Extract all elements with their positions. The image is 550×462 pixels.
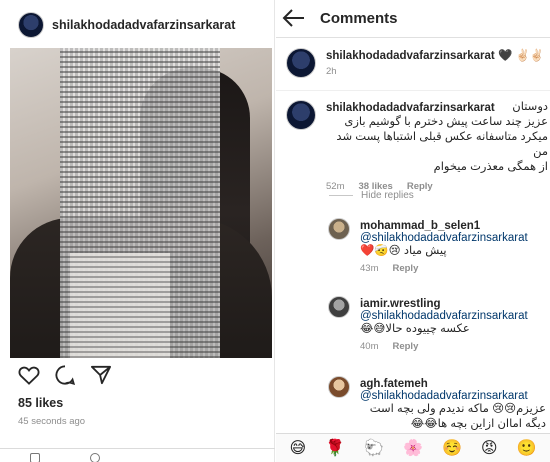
comment-line-2: میکرد متاسفانه عکس قبلی اشتباها پست شد م… (336, 131, 548, 158)
emoji-button[interactable]: 🙂 (517, 438, 537, 458)
caption-emojis: 🖤 ✌🏻✌🏻 (497, 50, 545, 62)
reply-button[interactable]: Reply (392, 341, 418, 352)
post-photo[interactable] (10, 48, 272, 358)
avatar[interactable] (328, 218, 350, 240)
reply-row: agh.fatemeh @shilakhodadadvafarzinsarkar… (276, 376, 550, 432)
comment-head: shilakhodadadvafarzinsarkarat دوستان (326, 100, 548, 115)
emoji-button[interactable]: 😅 (290, 438, 307, 458)
comments-panel: Comments shilakhodadadvafarzinsarkarat 🖤… (276, 0, 550, 462)
share-icon[interactable] (90, 365, 112, 385)
page-title: Comments (320, 10, 398, 27)
reply-text: عکسه چییوده حالا😅😂 (360, 323, 470, 335)
reply-username[interactable]: mohammad_b_selen1 (360, 220, 546, 232)
bottom-nav (0, 448, 275, 462)
emoji-quick-bar: 😅 🌹 🐑 🌸 ☺️ 😡 🙂 (276, 433, 550, 462)
post-header: shilakhodadadvafarzinsarkarat (18, 11, 235, 39)
reply-meta: 43m Reply (360, 263, 546, 274)
reply-text-line-2: دیگه اماان ازاین بچه ها😂😂 (410, 418, 546, 430)
comment-icon[interactable] (54, 364, 76, 386)
post-panel: shilakhodadadvafarzinsarkarat 85 likes 4… (0, 0, 275, 462)
reply-body: mohammad_b_selen1 @shilakhodadadvafarzin… (360, 220, 546, 274)
emoji-button[interactable]: 🐑 (364, 438, 384, 458)
photo-lower-overlay (70, 253, 170, 358)
reply-mention[interactable]: @shilakhodadadvafarzinsarkarat (360, 232, 546, 244)
caption-time: 2h (326, 66, 337, 77)
comment-row: shilakhodadadvafarzinsarkarat دوستان عزی… (276, 100, 550, 192)
reply-meta: 40m Reply (360, 341, 546, 352)
likes-count[interactable]: 85 likes (18, 396, 63, 410)
comment-username[interactable]: shilakhodadadvafarzinsarkarat (326, 102, 495, 114)
reply-text-line-1: عزیزم😢😢 ماکه ندیدم ولی بچه است (369, 403, 546, 415)
comment-line-1: عزیز چند ساعت پیش دخترم با گوشیم بازی (344, 116, 548, 128)
reply-row: mohammad_b_selen1 @shilakhodadadvafarzin… (276, 218, 550, 282)
caption-meta: 2h (326, 66, 548, 77)
avatar[interactable] (286, 48, 316, 78)
post-actions (18, 364, 112, 386)
reply-button[interactable]: Reply (392, 263, 418, 274)
reply-mention[interactable]: @shilakhodadadvafarzinsarkarat (360, 310, 546, 322)
reply-time: 40m (360, 341, 379, 352)
emoji-button[interactable]: 🌸 (403, 438, 423, 458)
post-timestamp: 45 seconds ago (18, 416, 86, 427)
comment-lead-word: دوستان (512, 101, 548, 113)
reply-username[interactable]: agh.fatemeh (360, 378, 546, 390)
post-username[interactable]: shilakhodadadvafarzinsarkarat (52, 18, 235, 32)
emoji-button[interactable]: ☺️ (442, 438, 462, 458)
reply-mention[interactable]: @shilakhodadadvafarzinsarkarat (360, 390, 546, 402)
emoji-button[interactable]: 🌹 (325, 438, 345, 458)
reply-text: پیش میاد 😢🤕❤️ (360, 245, 447, 257)
hide-replies-toggle[interactable]: Hide replies (329, 190, 414, 201)
reply-time: 43m (360, 263, 379, 274)
hide-replies-line (329, 195, 353, 196)
reply-username[interactable]: iamir.wrestling (360, 298, 546, 310)
caption-username-text[interactable]: shilakhodadadvafarzinsarkarat (326, 50, 495, 62)
hide-replies-label[interactable]: Hide replies (361, 190, 414, 201)
home-icon[interactable] (30, 453, 40, 462)
caption-row: shilakhodadadvafarzinsarkarat 🖤 ✌🏻✌🏻 2h (276, 48, 550, 88)
avatar[interactable] (18, 12, 44, 38)
avatar[interactable] (328, 376, 350, 398)
avatar[interactable] (286, 100, 316, 130)
reply-body: agh.fatemeh @shilakhodadadvafarzinsarkar… (360, 378, 546, 432)
comment-line-3: از همگی معذرت میخوام (433, 161, 548, 173)
comments-header: Comments (276, 0, 550, 38)
caption-username[interactable]: shilakhodadadvafarzinsarkarat 🖤 ✌🏻✌🏻 (326, 48, 548, 62)
reply-row: iamir.wrestling @shilakhodadadvafarzinsa… (276, 296, 550, 360)
avatar[interactable] (328, 296, 350, 318)
emoji-button[interactable]: 😡 (481, 438, 498, 458)
caption-body: shilakhodadadvafarzinsarkarat 🖤 ✌🏻✌🏻 2h (326, 48, 548, 77)
back-arrow-icon[interactable] (282, 8, 306, 28)
comment-body: shilakhodadadvafarzinsarkarat دوستان عزی… (326, 100, 548, 192)
reply-body: iamir.wrestling @shilakhodadadvafarzinsa… (360, 298, 546, 352)
heart-icon[interactable] (18, 365, 40, 385)
divider (276, 90, 550, 91)
search-icon[interactable] (90, 453, 100, 462)
